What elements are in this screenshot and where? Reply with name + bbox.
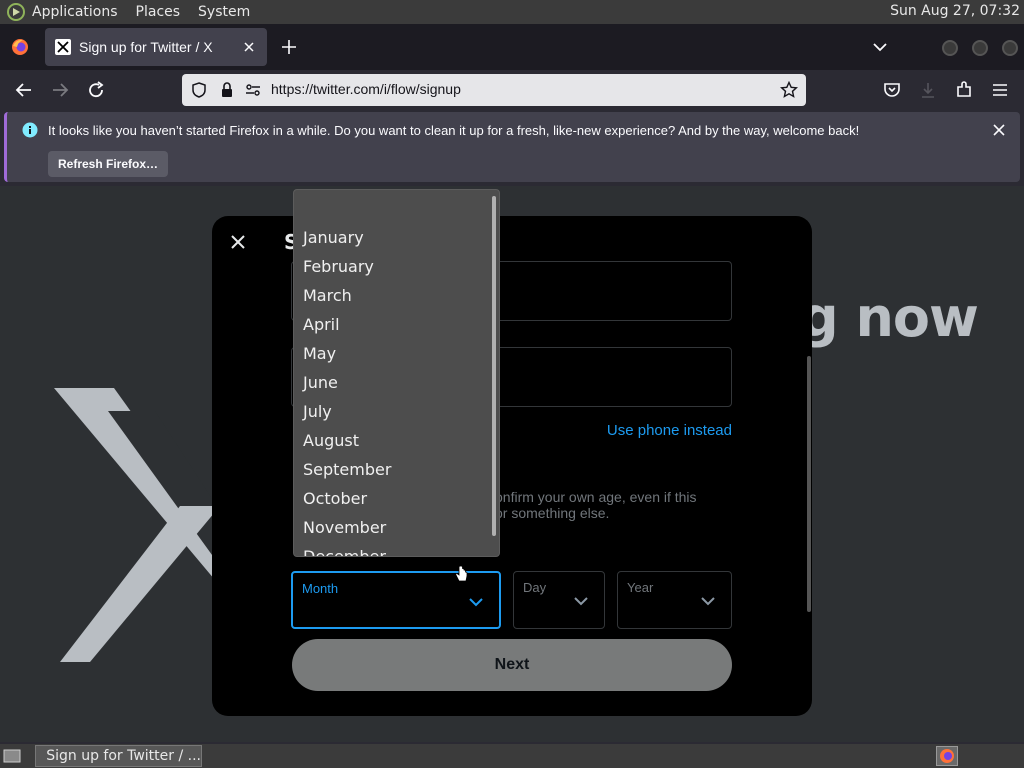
places-menu[interactable]: Places bbox=[136, 4, 181, 20]
navigation-toolbar: https://twitter.com/i/flow/signup bbox=[0, 70, 1024, 110]
month-option-february[interactable]: February bbox=[303, 257, 374, 276]
maximize-window-button[interactable] bbox=[972, 40, 988, 56]
refresh-firefox-notification: It looks like you haven’t started Firefo… bbox=[4, 112, 1020, 182]
x-logo-icon bbox=[55, 39, 71, 55]
url-text: https://twitter.com/i/flow/signup bbox=[271, 81, 461, 97]
forward-icon[interactable] bbox=[49, 79, 71, 101]
next-button[interactable]: Next bbox=[292, 639, 732, 691]
month-option-june[interactable]: June bbox=[303, 373, 338, 392]
list-all-tabs-icon[interactable] bbox=[870, 37, 890, 57]
hamburger-menu-icon[interactable] bbox=[989, 79, 1011, 101]
day-select[interactable]: Day bbox=[513, 571, 605, 629]
back-icon[interactable] bbox=[13, 79, 35, 101]
refresh-firefox-button[interactable]: Refresh Firefox… bbox=[48, 151, 168, 177]
minimize-window-button[interactable] bbox=[942, 40, 958, 56]
tab-title: Sign up for Twitter / X bbox=[79, 39, 213, 55]
bottom-taskbar: Sign up for Twitter / ... bbox=[0, 744, 1024, 768]
lock-icon[interactable] bbox=[218, 81, 236, 99]
close-tab-icon[interactable] bbox=[239, 37, 259, 57]
bookmark-star-icon[interactable] bbox=[780, 81, 798, 99]
month-option-january[interactable]: January bbox=[303, 228, 364, 247]
x-logo-background-icon bbox=[54, 388, 220, 662]
month-option-august[interactable]: August bbox=[303, 431, 359, 450]
downloads-icon[interactable] bbox=[917, 79, 939, 101]
background-headline: g now bbox=[800, 286, 979, 349]
month-option-march[interactable]: March bbox=[303, 286, 352, 305]
month-option-november[interactable]: November bbox=[303, 518, 386, 537]
close-window-button[interactable] bbox=[1002, 40, 1018, 56]
extensions-icon[interactable] bbox=[953, 79, 975, 101]
applications-menu[interactable]: Applications bbox=[32, 4, 118, 20]
close-notification-icon[interactable] bbox=[992, 123, 1006, 137]
dob-description: onfirm your own age, even if this or som… bbox=[495, 489, 697, 521]
tab-strip: Sign up for Twitter / X bbox=[0, 24, 1024, 70]
dropdown-scrollbar[interactable] bbox=[492, 196, 496, 536]
month-option-april[interactable]: April bbox=[303, 315, 340, 334]
month-option-july[interactable]: July bbox=[303, 402, 332, 421]
month-option-september[interactable]: September bbox=[303, 460, 391, 479]
chevron-down-icon bbox=[574, 597, 588, 606]
tab-signup[interactable]: Sign up for Twitter / X bbox=[45, 28, 267, 66]
year-select-label: Year bbox=[627, 580, 654, 595]
url-bar[interactable]: https://twitter.com/i/flow/signup bbox=[182, 74, 806, 106]
firefox-icon[interactable] bbox=[11, 38, 29, 56]
pocket-icon[interactable] bbox=[881, 79, 903, 101]
panel-clock[interactable]: Sun Aug 27, 07:32 bbox=[890, 3, 1020, 19]
reload-icon[interactable] bbox=[85, 79, 107, 101]
taskbar-window-label: Sign up for Twitter / ... bbox=[46, 748, 201, 764]
show-desktop-icon[interactable] bbox=[3, 748, 21, 764]
web-content: g now S Use phone instead onfirm your ow… bbox=[0, 186, 1024, 742]
month-option-october[interactable]: October bbox=[303, 489, 367, 508]
system-menu[interactable]: System bbox=[198, 4, 250, 20]
notification-message: It looks like you haven’t started Firefo… bbox=[48, 123, 860, 138]
chevron-down-icon bbox=[701, 597, 715, 606]
use-phone-instead-link[interactable]: Use phone instead bbox=[607, 422, 732, 439]
taskbar-window-firefox[interactable]: Sign up for Twitter / ... bbox=[35, 745, 202, 767]
tracking-protection-shield-icon[interactable] bbox=[190, 81, 208, 99]
chevron-down-icon bbox=[469, 598, 483, 607]
info-icon bbox=[22, 122, 38, 138]
top-panel: Applications Places System Sun Aug 27, 0… bbox=[0, 0, 1024, 24]
month-option-december[interactable]: December bbox=[303, 547, 386, 556]
modal-scrollbar[interactable] bbox=[807, 356, 811, 612]
month-select[interactable]: Month bbox=[291, 571, 501, 629]
month-option-may[interactable]: May bbox=[303, 344, 336, 363]
gnome-apps-icon[interactable] bbox=[6, 2, 26, 22]
new-tab-icon[interactable] bbox=[279, 37, 299, 57]
permissions-icon[interactable] bbox=[244, 81, 262, 99]
year-select[interactable]: Year bbox=[617, 571, 732, 629]
hand-cursor-icon bbox=[455, 566, 468, 582]
tray-firefox-icon[interactable] bbox=[936, 746, 958, 766]
day-select-label: Day bbox=[523, 580, 547, 595]
month-dropdown-list: January February March April May June Ju… bbox=[293, 189, 500, 557]
close-modal-icon[interactable] bbox=[230, 234, 246, 250]
month-select-label: Month bbox=[302, 581, 339, 596]
